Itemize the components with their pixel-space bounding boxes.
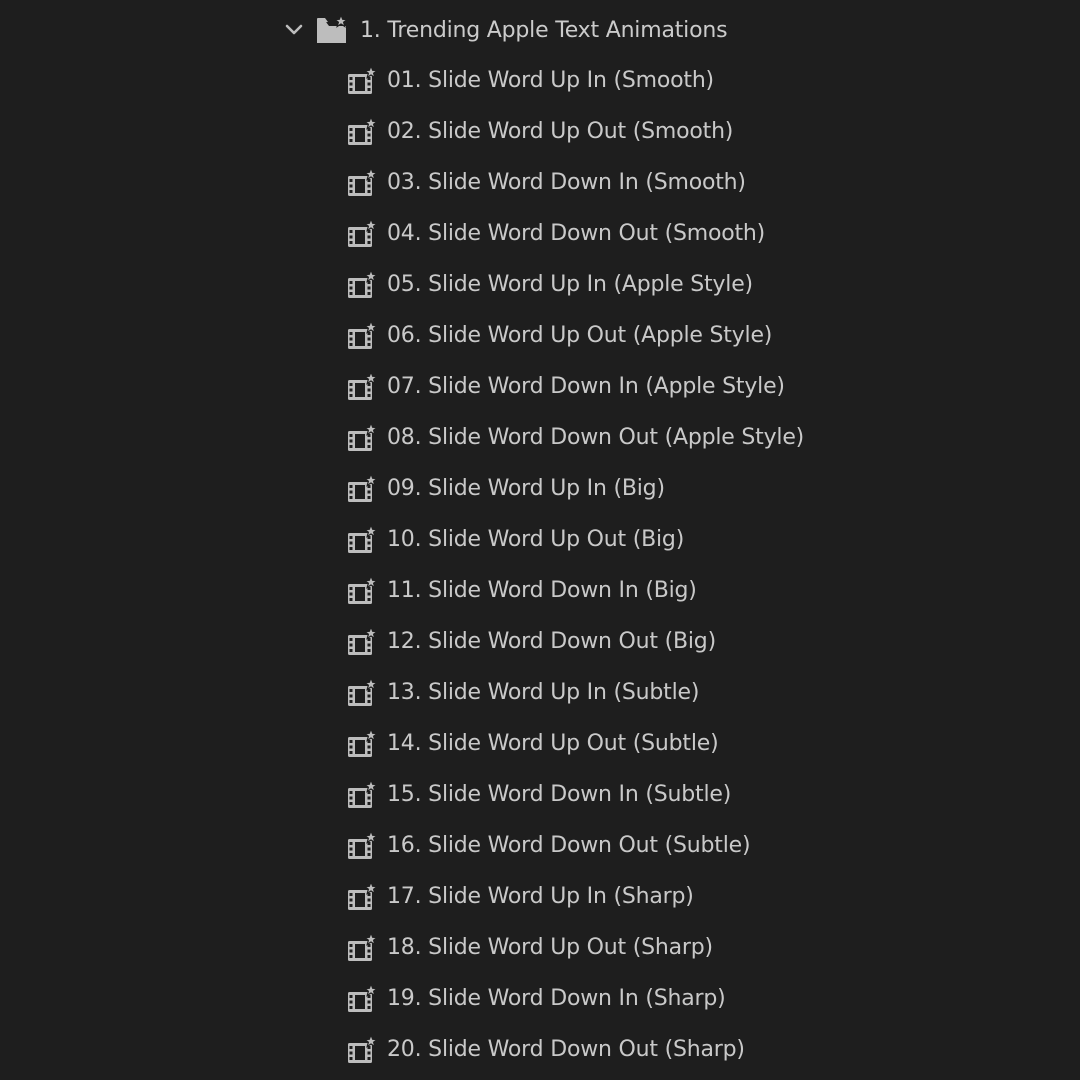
film-clip-star-icon: [346, 932, 378, 964]
preset-item-label: 09. Slide Word Up In (Big): [387, 476, 665, 501]
preset-item[interactable]: 01. Slide Word Up In (Smooth): [346, 55, 804, 106]
film-clip-star-icon: [346, 779, 378, 811]
preset-item-label: 10. Slide Word Up Out (Big): [387, 527, 685, 552]
film-clip-star-icon: [346, 830, 378, 862]
preset-item[interactable]: 03. Slide Word Down In (Smooth): [346, 157, 804, 208]
preset-item[interactable]: 05. Slide Word Up In (Apple Style): [346, 259, 804, 310]
effects-tree: 1. Trending Apple Text Animations 01. Sl…: [0, 0, 1080, 1080]
preset-item[interactable]: 04. Slide Word Down Out (Smooth): [346, 208, 804, 259]
preset-item[interactable]: 13. Slide Word Up In (Subtle): [346, 667, 804, 718]
preset-item-label: 16. Slide Word Down Out (Subtle): [387, 833, 751, 858]
preset-item[interactable]: 18. Slide Word Up Out (Sharp): [346, 922, 804, 973]
preset-item-label: 07. Slide Word Down In (Apple Style): [387, 374, 785, 399]
preset-item-label: 12. Slide Word Down Out (Big): [387, 629, 716, 654]
preset-item[interactable]: 20. Slide Word Down Out (Sharp): [346, 1024, 804, 1075]
preset-item[interactable]: 17. Slide Word Up In (Sharp): [346, 871, 804, 922]
folder-row-trending-apple-text-animations[interactable]: 1. Trending Apple Text Animations: [282, 8, 728, 52]
preset-item[interactable]: 19. Slide Word Down In (Sharp): [346, 973, 804, 1024]
preset-item[interactable]: 02. Slide Word Up Out (Smooth): [346, 106, 804, 157]
preset-item-label: 14. Slide Word Up Out (Subtle): [387, 731, 719, 756]
film-clip-star-icon: [346, 626, 378, 658]
preset-item-label: 04. Slide Word Down Out (Smooth): [387, 221, 766, 246]
preset-item[interactable]: 06. Slide Word Up Out (Apple Style): [346, 310, 804, 361]
preset-item[interactable]: 09. Slide Word Up In (Big): [346, 463, 804, 514]
preset-item-label: 19. Slide Word Down In (Sharp): [387, 986, 726, 1011]
film-clip-star-icon: [346, 116, 378, 148]
film-clip-star-icon: [346, 422, 378, 454]
film-clip-star-icon: [346, 320, 378, 352]
film-clip-star-icon: [346, 575, 378, 607]
folder-label: 1. Trending Apple Text Animations: [360, 17, 728, 43]
preset-item-label: 06. Slide Word Up Out (Apple Style): [387, 323, 773, 348]
preset-item-label: 20. Slide Word Down Out (Sharp): [387, 1037, 745, 1062]
film-clip-star-icon: [346, 65, 378, 97]
film-clip-star-icon: [346, 881, 378, 913]
preset-item[interactable]: 11. Slide Word Down In (Big): [346, 565, 804, 616]
preset-item[interactable]: 12. Slide Word Down Out (Big): [346, 616, 804, 667]
preset-item-label: 01. Slide Word Up In (Smooth): [387, 68, 714, 93]
preset-item-label: 02. Slide Word Up Out (Smooth): [387, 119, 734, 144]
film-clip-star-icon: [346, 524, 378, 556]
film-clip-star-icon: [346, 473, 378, 505]
preset-item[interactable]: 14. Slide Word Up Out (Subtle): [346, 718, 804, 769]
film-clip-star-icon: [346, 167, 378, 199]
preset-item-label: 03. Slide Word Down In (Smooth): [387, 170, 746, 195]
film-clip-star-icon: [346, 371, 378, 403]
preset-item[interactable]: 16. Slide Word Down Out (Subtle): [346, 820, 804, 871]
preset-item[interactable]: 08. Slide Word Down Out (Apple Style): [346, 412, 804, 463]
preset-item-label: 15. Slide Word Down In (Subtle): [387, 782, 732, 807]
preset-item[interactable]: 15. Slide Word Down In (Subtle): [346, 769, 804, 820]
film-clip-star-icon: [346, 728, 378, 760]
preset-item[interactable]: 10. Slide Word Up Out (Big): [346, 514, 804, 565]
film-clip-star-icon: [346, 677, 378, 709]
preset-list: 01. Slide Word Up In (Smooth) 02. Slide …: [346, 55, 804, 1075]
preset-item-label: 05. Slide Word Up In (Apple Style): [387, 272, 753, 297]
preset-item-label: 17. Slide Word Up In (Sharp): [387, 884, 694, 909]
film-clip-star-icon: [346, 269, 378, 301]
preset-item-label: 18. Slide Word Up Out (Sharp): [387, 935, 713, 960]
preset-item[interactable]: 07. Slide Word Down In (Apple Style): [346, 361, 804, 412]
preset-item-label: 11. Slide Word Down In (Big): [387, 578, 697, 603]
preset-item-label: 13. Slide Word Up In (Subtle): [387, 680, 700, 705]
preset-item-label: 08. Slide Word Down Out (Apple Style): [387, 425, 805, 450]
film-clip-star-icon: [346, 983, 378, 1015]
chevron-down-icon[interactable]: [282, 18, 306, 42]
folder-star-icon: [316, 13, 352, 47]
film-clip-star-icon: [346, 1034, 378, 1066]
film-clip-star-icon: [346, 218, 378, 250]
